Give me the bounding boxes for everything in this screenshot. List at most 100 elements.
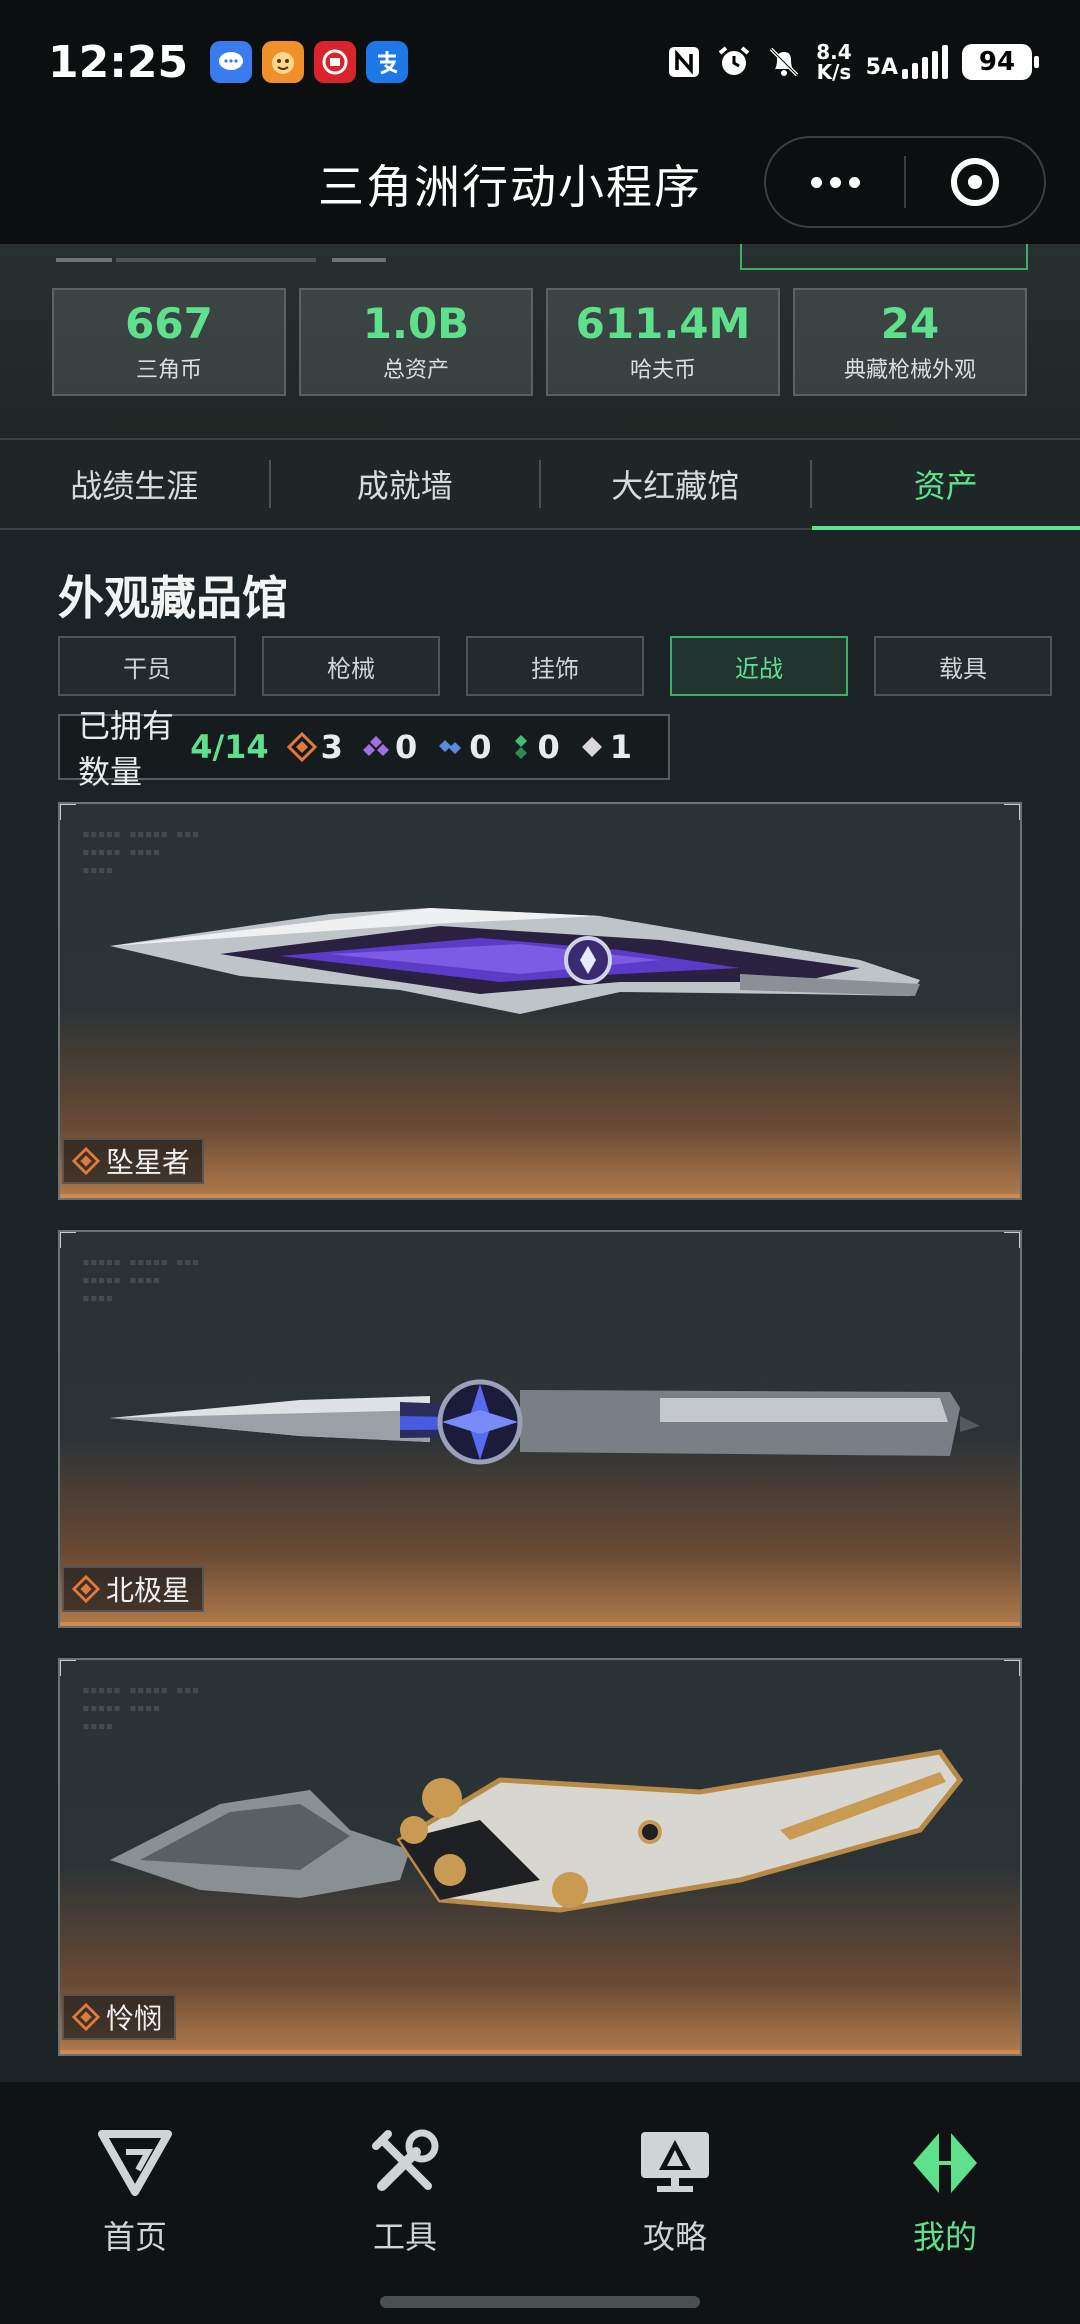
stat-label: 典藏枪械外观 (843, 358, 976, 383)
tab-assets[interactable]: 资产 (811, 440, 1080, 530)
stat-value: 24 (880, 299, 940, 348)
nfc-icon (666, 44, 702, 80)
item-name-tag: 怜悯 (62, 1994, 177, 2040)
item-name: 北极星 (106, 1574, 191, 1607)
corner-bracket (1004, 1232, 1020, 1248)
bank-app-icon (314, 41, 357, 83)
stat-value: 1.0B (362, 299, 470, 348)
bottom-navigation: 首页 工具 攻略 我的 (0, 2082, 1080, 2324)
tools-icon (365, 2126, 445, 2200)
rarity-blue-icon (439, 740, 462, 754)
rarity-count: 1 (609, 728, 632, 766)
main-content: 外观藏品馆 干员 枪械 挂饰 近战 载具 已拥有数量 4/14 3 0 0 0 … (0, 530, 1080, 2082)
rarity-white-icon (581, 737, 602, 757)
home-indicator[interactable] (380, 2296, 700, 2308)
owned-summary: 已拥有数量 4/14 3 0 0 0 1 (58, 707, 670, 791)
collection-item-card[interactable]: ▪▪▪▪▪ ▪▪▪▪▪ ▪▪▪ ▪▪▪▪▪ ▪▪▪▪ ▪▪▪▪ 怜悯 (58, 1658, 1022, 2056)
collection-button-edge[interactable] (740, 244, 1028, 270)
asset-stats: 667 三角币 1.0B 总资产 611.4M 哈夫币 24 典藏枪械外观 (0, 244, 1080, 440)
status-time: 12:25 (48, 36, 189, 88)
battery-indicator: 94 (962, 44, 1039, 80)
profile-diamond-icon (905, 2126, 985, 2200)
corner-bracket (1004, 1660, 1020, 1676)
shopping-app-icon (262, 41, 305, 83)
knife-star-faller-image (110, 908, 920, 1014)
close-program-button[interactable] (906, 138, 1044, 226)
filter-melee[interactable]: 近战 (670, 636, 848, 696)
nav-home[interactable]: 首页 (0, 2082, 270, 2324)
decorative-line (56, 258, 386, 264)
rarity-orange-icon (72, 1147, 100, 1175)
more-dots-icon (810, 176, 860, 188)
knife-polaris-image (110, 1379, 980, 1465)
stat-card-haf-coin: 611.4M 哈夫币 (546, 288, 780, 396)
signal-bars-icon (902, 45, 948, 79)
mute-icon (766, 44, 802, 80)
stat-label: 哈夫币 (629, 358, 696, 383)
item-name-tag: 坠星者 (62, 1138, 205, 1184)
more-button[interactable] (766, 138, 904, 226)
rarity-orange-icon (286, 732, 317, 762)
rarity-count: 3 (320, 728, 343, 766)
owned-count: 4/14 (190, 728, 269, 766)
stat-value: 667 (125, 299, 213, 348)
stat-value: 611.4M (575, 299, 751, 348)
category-filters: 干员 枪械 挂饰 近战 载具 (58, 636, 1052, 696)
stat-card-total-assets: 1.0B 总资产 (299, 288, 533, 396)
network-type: 5A (865, 55, 898, 80)
item-name: 怜悯 (106, 2002, 163, 2035)
corner-bracket (1004, 804, 1020, 820)
tab-achievements[interactable]: 成就墙 (271, 440, 540, 528)
rarity-blue: 0 (435, 728, 491, 766)
system-status: 8.4 K/s 5A 94 (666, 42, 1039, 84)
notification-icons (210, 41, 409, 83)
nav-label: 攻略 (642, 2218, 707, 2256)
page-title: 三角洲行动小程序 (318, 160, 702, 214)
mini-program-title-bar: 三角洲行动小程序 (0, 124, 1080, 244)
filter-charms[interactable]: 挂饰 (466, 636, 644, 696)
rarity-green-icon (515, 735, 528, 759)
corner-bracket (60, 1660, 76, 1676)
message-app-icon (210, 41, 253, 83)
status-bar: 12:25 8.4 K/s 5A 94 (0, 0, 1080, 124)
profile-tabs: 战绩生涯 成就墙 大红藏馆 资产 (0, 440, 1080, 530)
tab-career[interactable]: 战绩生涯 (0, 440, 269, 528)
corner-bracket (60, 1232, 76, 1248)
rarity-purple-icon (362, 736, 389, 756)
owned-label: 已拥有数量 (78, 707, 175, 791)
rarity-count: 0 (537, 728, 560, 766)
filter-vehicles[interactable]: 载具 (874, 636, 1052, 696)
item-name-tag: 北极星 (62, 1566, 205, 1612)
nav-profile[interactable]: 我的 (810, 2082, 1080, 2324)
stat-card-collection-skins: 24 典藏枪械外观 (793, 288, 1027, 396)
nav-label: 我的 (912, 2218, 977, 2256)
alarm-icon (716, 44, 752, 80)
tab-red-collection[interactable]: 大红藏馆 (541, 440, 810, 528)
collection-item-card[interactable]: ▪▪▪▪▪ ▪▪▪▪▪ ▪▪▪ ▪▪▪▪▪ ▪▪▪▪ ▪▪▪▪ 北极星 (58, 1230, 1022, 1628)
alipay-icon (366, 41, 409, 83)
stat-card-delta-coin: 667 三角币 (52, 288, 286, 396)
corner-bracket (60, 804, 76, 820)
collection-item-card[interactable]: ▪▪▪▪▪ ▪▪▪▪▪ ▪▪▪ ▪▪▪▪▪ ▪▪▪▪ ▪▪▪▪ 坠星者 (58, 802, 1022, 1200)
target-icon (951, 158, 999, 206)
rarity-green: 0 (509, 728, 560, 766)
item-name: 坠星者 (106, 1146, 191, 1179)
nav-label: 首页 (102, 2218, 167, 2256)
rarity-count: 0 (469, 728, 492, 766)
rarity-orange: 3 (286, 728, 343, 766)
rarity-count: 0 (394, 728, 418, 766)
cellular-signal: 5A (866, 45, 948, 79)
nav-guides[interactable]: 攻略 (540, 2082, 810, 2324)
rarity-orange-icon (72, 2003, 100, 2031)
nav-tools[interactable]: 工具 (270, 2082, 540, 2324)
speed-unit: K/s (816, 60, 852, 84)
filter-operators[interactable]: 干员 (58, 636, 236, 696)
knife-mercy-image (110, 1749, 964, 1913)
capsule-menu (764, 136, 1046, 228)
section-title: 外观藏品馆 (58, 571, 288, 625)
monitor-guide-icon (635, 2126, 715, 2200)
filter-guns[interactable]: 枪械 (262, 636, 440, 696)
delta-logo-icon (95, 2126, 175, 2200)
stat-label: 三角币 (135, 358, 202, 383)
rarity-purple: 0 (361, 728, 417, 766)
